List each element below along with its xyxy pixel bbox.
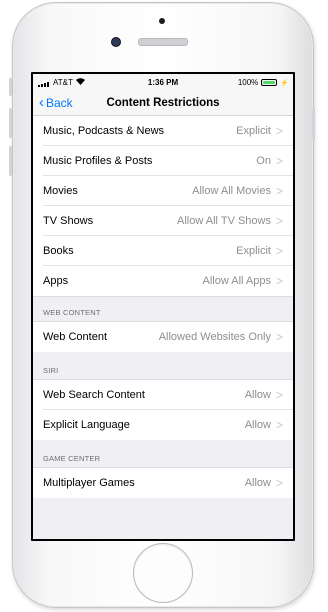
row-value: Allow All Movies (192, 185, 271, 197)
list-web-content: Web Content Allowed Websites Only > (33, 322, 293, 352)
row-web-content[interactable]: Web Content Allowed Websites Only > (33, 322, 293, 352)
row-value: Allow (244, 419, 271, 431)
row-apps[interactable]: Apps Allow All Apps > (33, 266, 293, 296)
section-header-game-center: GAME CENTER (33, 440, 293, 468)
row-tv-shows[interactable]: TV Shows Allow All TV Shows > (33, 206, 293, 236)
status-right: 100% ⚡ (238, 78, 289, 87)
page-title: Content Restrictions (106, 97, 220, 109)
row-music-podcasts-news[interactable]: Music, Podcasts & News Explicit > (33, 116, 293, 146)
row-multiplayer-games[interactable]: Multiplayer Games Allow > (33, 468, 293, 498)
row-value: Allow All Apps (202, 275, 271, 287)
row-web-search-content[interactable]: Web Search Content Allow > (33, 380, 293, 410)
row-label: TV Shows (43, 215, 94, 227)
screen-content: AT&T 1:36 PM 100% ⚡ ‹ Back Content Restr… (33, 74, 293, 539)
row-label: Web Content (43, 331, 108, 343)
status-bar: AT&T 1:36 PM 100% ⚡ (33, 74, 293, 91)
list-siri: Web Search Content Allow > Explicit Langu… (33, 380, 293, 440)
volume-down-button (9, 146, 12, 176)
proximity-sensor (159, 18, 165, 24)
volume-up-button (9, 108, 12, 138)
chevron-right-icon: > (275, 184, 283, 198)
row-value: Allowed Websites Only (158, 331, 271, 343)
earpiece-speaker (138, 38, 188, 46)
charging-bolt-icon: ⚡ (280, 79, 289, 87)
battery-icon (261, 79, 278, 86)
power-button (312, 108, 315, 140)
screen: AT&T 1:36 PM 100% ⚡ ‹ Back Content Restr… (31, 72, 295, 541)
row-books[interactable]: Books Explicit > (33, 236, 293, 266)
row-movies[interactable]: Movies Allow All Movies > (33, 176, 293, 206)
row-music-profiles-posts[interactable]: Music Profiles & Posts On > (33, 146, 293, 176)
row-label: Music Profiles & Posts (43, 155, 153, 167)
chevron-right-icon: > (275, 244, 283, 258)
row-explicit-language[interactable]: Explicit Language Allow > (33, 410, 293, 440)
row-value: Allow (244, 389, 271, 401)
row-value: On (256, 155, 271, 167)
row-label: Music, Podcasts & News (43, 125, 165, 137)
mute-switch (9, 78, 12, 96)
list-game-center: Multiplayer Games Allow > (33, 468, 293, 498)
row-label: Web Search Content (43, 389, 145, 401)
chevron-right-icon: > (275, 274, 283, 288)
battery-percent: 100% (237, 78, 259, 87)
chevron-right-icon: > (275, 388, 283, 402)
chevron-right-icon: > (275, 476, 283, 490)
row-value: Allow All TV Shows (177, 215, 271, 227)
navigation-bar: ‹ Back Content Restrictions (33, 91, 293, 116)
row-label: Apps (43, 275, 69, 287)
row-label: Books (43, 245, 74, 257)
section-header-siri: SIRI (33, 352, 293, 380)
chevron-right-icon: > (275, 418, 283, 432)
chevron-right-icon: > (275, 330, 283, 344)
row-value: Allow (244, 477, 271, 489)
list-media: Music, Podcasts & News Explicit > Music P… (33, 116, 293, 296)
chevron-right-icon: > (275, 154, 283, 168)
row-label: Movies (43, 185, 78, 197)
row-value: Explicit (236, 125, 271, 137)
section-header-web-content: WEB CONTENT (33, 296, 293, 322)
home-button[interactable] (133, 543, 193, 603)
row-label: Explicit Language (43, 419, 130, 431)
front-camera (111, 37, 121, 47)
row-value: Explicit (236, 245, 271, 257)
chevron-right-icon: > (275, 124, 283, 138)
chevron-right-icon: > (275, 214, 283, 228)
row-label: Multiplayer Games (43, 477, 135, 489)
